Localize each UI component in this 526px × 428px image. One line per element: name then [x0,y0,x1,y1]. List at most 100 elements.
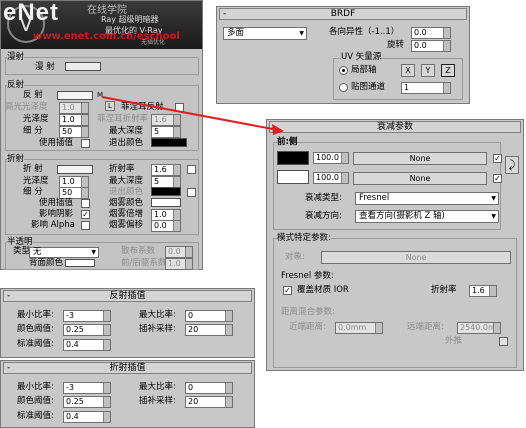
falloff-ior-label: 折射率 [431,285,457,295]
front-map-button[interactable]: None [353,152,487,165]
falloff-dir-dropdown[interactable]: 查看方向(摄影机 Z 轴) [355,210,499,223]
back-color-label: 背面颜色 [29,258,64,268]
falloff-dir-label: 衰减方向: [305,211,342,221]
interp-samples-spinner[interactable]: 20 [185,396,233,408]
side-map-button[interactable]: None [353,172,487,185]
max-rate-spinner[interactable]: 0 [185,310,233,322]
gloss-spinner[interactable]: 1.0 [59,114,89,126]
rotate-label: 旋转 [387,40,405,50]
falloff-type-dropdown[interactable]: Fresnel [355,192,499,205]
refraction-group-title: 折射 [7,154,25,165]
reflect-color-swatch[interactable] [57,91,93,100]
far-dist-spinner[interactable]: 2540.0m [457,322,501,334]
brdf-type-dropdown[interactable]: 多面 [223,27,307,40]
fb-coef-label: 前/后驱系数 [121,258,167,268]
reflection-group-title: 反射 [7,80,25,91]
refr-use-interp-label: 使用插值 [39,198,74,208]
refr-use-interp-checkbox[interactable] [81,199,90,208]
color-thresh-label: 颜色阈值: [17,324,54,334]
extrapolate-label: 外推 [445,336,463,346]
interp-samples-label: 插补采样: [139,396,176,406]
front-amount-spinner[interactable]: 100.0 [313,152,349,164]
scatter-coef-label: 散布系数 [121,246,156,256]
min-rate-label: 最小比率: [17,310,54,320]
collapse-icon: - [7,363,11,373]
translucency-type-dropdown[interactable]: 无 [29,247,99,258]
rotate-spinner[interactable]: 0.0 [411,40,451,52]
falloff-ior-spinner[interactable]: 1.6 [469,285,497,297]
map-channel-radio[interactable] [339,83,348,92]
refr-exit-checkbox[interactable] [187,188,196,197]
exit-color-label: 退出颜色 [109,138,144,148]
brdf-rollout-header[interactable]: - BRDF [219,8,467,20]
reflect-interp-panel: - 反射插值 最小比率: -3 最大比率: 0 颜色阈值: 0.25 插补采样:… [0,288,255,358]
axis-z-button[interactable]: Z [441,64,455,77]
fresnel-reflect-label: 菲涅耳反射 [121,102,164,112]
hilight-gloss-label: 高光光泽度 [5,102,48,112]
ior-map-checkbox[interactable] [187,165,196,174]
back-color-swatch[interactable] [65,259,95,267]
fresnel-ior-label: 菲涅耳折射率 [97,114,149,124]
ior-spinner[interactable]: 1.6 [151,164,181,176]
fresnel-params-title: Fresnel 参数: [281,271,334,281]
min-rate-spinner[interactable]: -3 [63,310,111,322]
normal-thresh-spinner[interactable]: 0.4 [63,411,111,423]
axis-x-button[interactable]: X [401,64,415,77]
lock-l-button[interactable]: L [105,101,115,111]
use-interp-checkbox[interactable] [81,139,90,148]
axis-y-button[interactable]: Y [421,64,435,77]
brdf-title: BRDF [330,9,356,19]
refract-color-swatch[interactable] [57,165,93,174]
color-thresh-label: 颜色阈值: [17,396,54,406]
fog-color-swatch[interactable] [151,198,181,207]
color-thresh-spinner[interactable]: 0.25 [63,324,111,336]
extrapolate-checkbox[interactable] [499,337,508,346]
scatter-coef-spinner[interactable]: 0.0 [165,246,193,258]
object-pick-button[interactable]: None [321,251,511,264]
falloff-rollout-header[interactable]: - 衰减参数 [269,121,521,133]
subdivs-label: 细 分 [23,126,43,136]
refr-exit-swatch[interactable] [151,187,181,196]
min-rate-spinner[interactable]: -3 [63,382,111,394]
vray-material-panel: V eNet 在线学院 Ray 超级明暗器 最优化的 V-Ray 无插优化 ww… [0,0,203,270]
side-color-swatch[interactable] [277,170,309,184]
color-thresh-spinner[interactable]: 0.25 [63,396,111,408]
max-rate-spinner[interactable]: 0 [185,382,233,394]
map-channel-spinner[interactable]: 1 [401,82,451,94]
aniso-spinner[interactable]: 0.0 [411,27,451,39]
subdivs-spinner[interactable]: 50 [59,126,89,138]
min-rate-label: 最小比率: [17,382,54,392]
fresnel-ior-spinner[interactable]: 1.6 [151,114,181,126]
swap-colors-button[interactable]: ⤸ [505,156,519,174]
aniso-label: 各向异性（-1..1） [329,27,400,37]
normal-thresh-spinner[interactable]: 0.4 [63,339,111,351]
local-axis-radio[interactable] [339,66,348,75]
fresnel-reflect-checkbox[interactable] [175,103,184,112]
hilight-gloss-spinner[interactable]: 1.0 [59,102,89,114]
max-depth-spinner[interactable]: 5 [151,126,181,138]
diffuse-color-swatch[interactable] [65,62,101,71]
affect-alpha-checkbox[interactable] [81,221,90,230]
falloff-title: 衰减参数 [376,122,413,132]
affect-shadow-checkbox[interactable]: ✓ [81,210,90,219]
vray-subtitle: Ray 超级明暗器 [101,15,159,24]
near-dist-spinner[interactable]: 0.0mm [335,322,383,334]
near-dist-label: 近端距离: [289,322,326,332]
gloss-label: 光泽度 [23,114,49,124]
override-ior-checkbox[interactable]: ✓ [283,286,292,295]
reflect-map-button[interactable]: M [97,90,103,101]
side-amount-spinner[interactable]: 100.0 [313,172,349,184]
front-map-checkbox[interactable]: ✓ [493,154,502,163]
falloff-type-label: 衰减类型: [305,193,342,203]
reflect-interp-header[interactable]: - 反射插值 [3,290,252,302]
front-color-swatch[interactable] [277,151,309,165]
refr-subdivs-label: 细 分 [23,187,43,197]
exit-color-swatch[interactable] [151,138,187,147]
fog-bias-spinner[interactable]: 0.0 [151,220,181,232]
side-map-checkbox[interactable]: ✓ [493,174,502,183]
refract-interp-header[interactable]: - 折射插值 [3,362,252,374]
fb-coef-spinner[interactable]: 1.0 [165,258,193,270]
interp-samples-spinner[interactable]: 20 [185,324,233,336]
affect-shadow-label: 影响阴影 [39,209,74,219]
normal-thresh-label: 标准阈值: [17,339,54,349]
